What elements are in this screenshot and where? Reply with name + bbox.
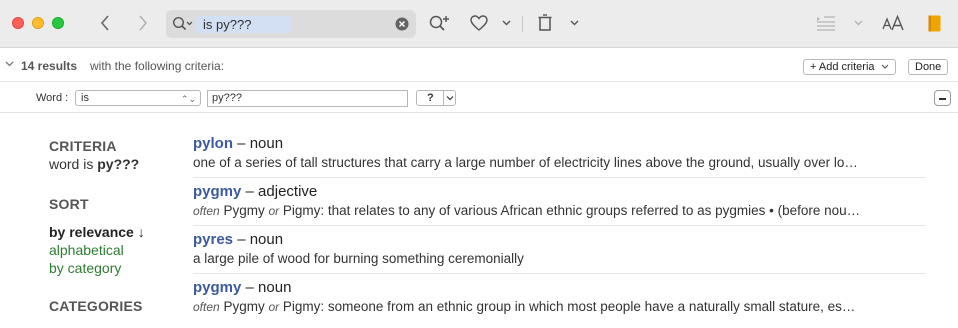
part-of-speech: noun [249,231,284,248]
entry-heading: pylon – noun [193,135,926,153]
trash-menu-button[interactable] [568,10,580,36]
book-icon [928,15,940,31]
entry-heading: pyres – noun [193,231,926,249]
dash: – [233,135,250,152]
usage-note: or [268,204,280,218]
chevron-right-icon [139,15,148,31]
list-item[interactable]: pylon – noun one of a series of tall str… [193,130,926,178]
results-sidebar: CRITERIA word is py??? SORT by relevance… [49,130,179,314]
headword-link[interactable]: pygmy [193,279,241,296]
dash: – [241,183,259,200]
chevron-down-icon [881,64,889,69]
heart-icon [470,15,488,31]
list-item[interactable]: pygmy – noun often Pygmy or Pigmy: someo… [193,274,926,322]
definition-text: Pigmy: someone from an ethnic group in w… [279,299,856,314]
remove-criteria-button[interactable] [934,90,951,106]
add-criteria-label: + Add criteria [810,61,875,73]
criteria-caption: with the following criteria: [90,59,225,73]
criteria-summary: word is py??? [49,156,179,172]
list-button[interactable] [815,10,837,36]
criteria-prefix: word is [49,156,98,172]
wildcard-value: ? [427,92,434,104]
headword-link[interactable]: pylon [193,135,233,152]
sort-by-category-link[interactable]: by category [49,260,179,276]
criteria-row: Word : is ⌃⌄ py??? ? [0,83,958,113]
chevron-down-icon [446,96,454,101]
variant-name: Pygmy [219,203,269,218]
up-down-arrows-icon: ⌃⌄ [180,94,196,104]
list-icon [817,16,835,31]
headword-link[interactable]: pygmy [193,183,241,200]
done-button[interactable]: Done [908,59,949,75]
forward-button[interactable] [134,10,152,36]
entry-heading: pygmy – adjective [193,183,926,201]
minimize-window-button[interactable] [32,17,44,29]
search-field[interactable]: is py??? [166,10,416,38]
dictionary-book-button[interactable] [926,10,942,36]
search-options-icon[interactable] [172,16,194,32]
definition: a large pile of wood for burning somethi… [193,251,524,266]
definition: often Pygmy or Pigmy: someone from an et… [193,298,926,316]
definition: often Pygmy or Pigmy: that relates to an… [193,202,926,220]
usage-note: often [193,204,220,218]
zoom-in-button[interactable] [427,10,451,36]
headword-link[interactable]: pyres [193,231,233,248]
trash-button[interactable] [535,10,555,36]
results-summary-bar: 14 results with the following criteria: … [0,49,958,82]
close-window-button[interactable] [12,17,24,29]
list-menu-button[interactable] [852,10,864,36]
list-item[interactable]: pygmy – adjective often Pygmy or Pigmy: … [193,178,926,226]
zoom-in-icon [429,15,449,31]
sort-by-relevance[interactable]: by relevance ↓ [49,224,179,240]
back-button[interactable] [96,10,114,36]
text-size-button[interactable] [881,10,907,36]
dash: – [233,231,250,248]
entry-heading: pygmy – noun [193,279,926,297]
list-item[interactable]: pyres – noun a large pile of wood for bu… [193,226,926,274]
favorite-button[interactable] [468,10,490,36]
chevron-down-icon [502,20,510,26]
toolbar-divider [522,16,523,32]
results-count: 14 results [21,59,78,73]
wildcard-popup[interactable]: ? [416,90,456,106]
chevron-left-icon [100,15,109,31]
usage-note: often [193,300,220,314]
sort-alphabetical-link[interactable]: alphabetical [49,242,179,258]
collapse-criteria-icon[interactable] [5,61,14,67]
part-of-speech: noun [249,135,284,152]
search-query-token[interactable]: is py??? [196,16,292,33]
dash: – [241,279,259,296]
wildcard-menu-toggle[interactable] [443,91,455,105]
definition: one of a series of tall structures that … [193,155,858,170]
variant-name: Pygmy [219,299,269,314]
zoom-window-button[interactable] [52,17,64,29]
clear-search-icon[interactable] [395,17,409,31]
sort-heading: SORT [49,196,89,212]
operator-value: is [81,92,89,104]
categories-heading: CATEGORIES [49,298,143,314]
pattern-input[interactable]: py??? [207,90,408,107]
criteria-heading: CRITERIA [49,138,117,154]
criteria-pattern: py??? [97,156,140,172]
usage-note: or [268,300,280,314]
results-list: pylon – noun one of a series of tall str… [193,130,926,322]
chevron-down-icon [570,20,578,26]
window-toolbar: is py??? [0,0,958,48]
definition-text: Pigmy: that relates to any of various Af… [279,203,861,218]
operator-select[interactable]: is ⌃⌄ [75,90,201,106]
trash-icon [538,14,552,31]
add-criteria-button[interactable]: + Add criteria [803,59,896,75]
chevron-down-icon [854,20,862,26]
word-field-label: Word : [36,92,69,104]
favorites-menu-button[interactable] [500,10,512,36]
part-of-speech: adjective [258,183,318,200]
font-size-icon [882,15,904,31]
part-of-speech: noun [258,279,292,296]
